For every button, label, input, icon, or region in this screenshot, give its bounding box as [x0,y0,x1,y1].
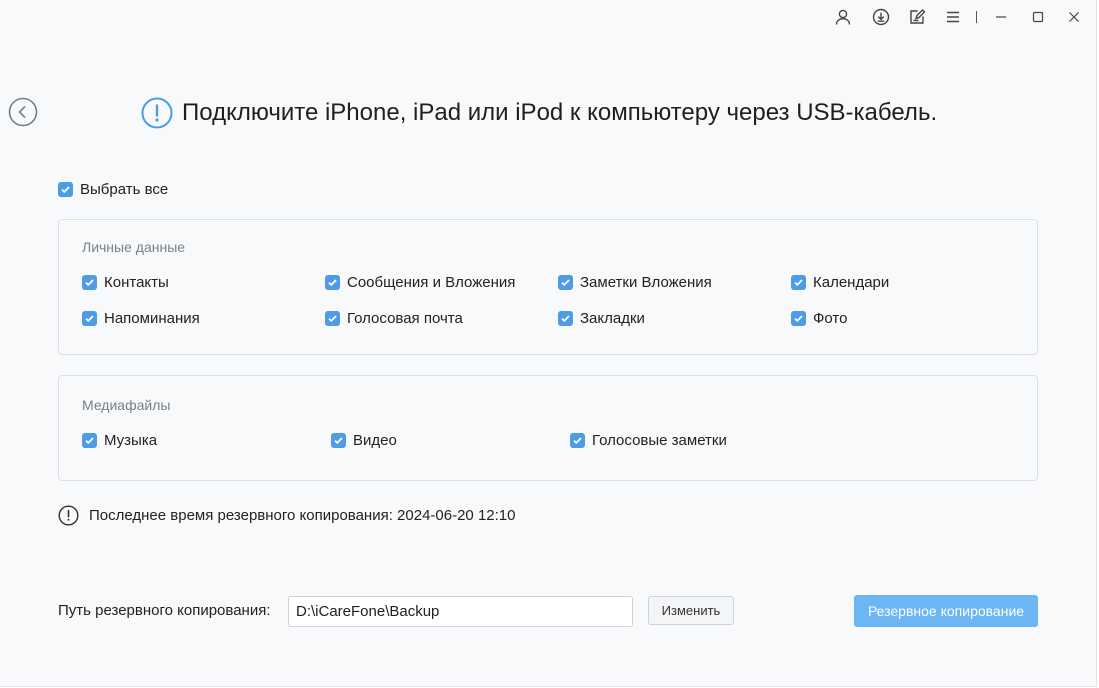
check-icon [558,275,573,290]
check-icon [558,311,573,326]
check-icon [58,182,73,197]
check-icon [791,311,806,326]
menu-icon[interactable] [942,6,964,28]
check-icon [325,311,340,326]
change-path-button[interactable]: Изменить [648,596,734,625]
backup-button[interactable]: Резервное копирование [854,595,1038,627]
checkbox-video[interactable]: Видео [331,432,397,449]
checkbox-label: Закладки [580,310,645,327]
media-panel: Медиафайлы Музыка Видео Голосовые заметк… [58,375,1038,481]
info-icon [141,97,173,129]
personal-data-panel: Личные данные Контакты Сообщения и Вложе… [58,219,1038,355]
connect-device-header: Подключите iPhone, iPad или iPod к компь… [141,96,937,130]
checkbox-label: Голосовая почта [347,310,463,327]
checkbox-label: Контакты [104,274,169,291]
panel-title: Медиафайлы [82,397,171,413]
maximize-icon[interactable] [1027,6,1049,28]
checkbox-label: Фото [813,310,848,327]
checkbox-voice-memos[interactable]: Голосовые заметки [570,432,727,449]
checkbox-label: Голосовые заметки [592,432,727,449]
checkbox-label: Заметки Вложения [580,274,712,291]
check-icon [82,275,97,290]
panel-title: Личные данные [82,239,186,255]
download-icon[interactable] [870,6,892,28]
checkbox-calendars[interactable]: Календари [791,274,889,291]
user-icon[interactable] [832,6,854,28]
check-icon [325,275,340,290]
checkbox-photos[interactable]: Фото [791,310,847,327]
checkbox-label: Видео [353,432,397,449]
checkbox-label: Музыка [104,432,158,449]
page-title: Подключите iPhone, iPad или iPod к компь… [182,99,938,126]
close-icon[interactable] [1063,6,1085,28]
checkbox-voicemail[interactable]: Голосовая почта [325,310,463,327]
checkbox-label: Календари [813,274,890,291]
checkbox-messages[interactable]: Сообщения и Вложения [325,274,515,291]
checkbox-label: Сообщения и Вложения [347,274,516,291]
last-backup-notice: Последнее время резервного копирования: … [58,505,515,526]
select-all-label: Выбрать все [80,181,169,198]
chevron-left-icon [8,97,38,127]
checkbox-bookmarks[interactable]: Закладки [558,310,645,327]
check-icon [82,311,97,326]
check-icon [570,433,585,448]
titlebar-separator [976,11,977,23]
edit-icon[interactable] [906,6,928,28]
check-icon [791,275,806,290]
select-all-checkbox[interactable]: Выбрать все [58,181,168,198]
last-backup-text: Последнее время резервного копирования: … [89,507,516,524]
app-window: Подключите iPhone, iPad или iPod к компь… [0,0,1097,687]
checkbox-reminders[interactable]: Напоминания [82,310,200,327]
check-icon [331,433,346,448]
checkbox-music[interactable]: Музыка [82,432,157,449]
checkbox-contacts[interactable]: Контакты [82,274,169,291]
backup-path-input[interactable] [288,596,633,627]
minimize-icon[interactable] [990,6,1012,28]
info-icon [58,505,79,526]
checkbox-notes[interactable]: Заметки Вложения [558,274,712,291]
check-icon [82,433,97,448]
backup-path-label: Путь резервного копирования: [58,602,271,619]
checkbox-label: Напоминания [104,310,200,327]
back-button[interactable] [8,97,38,127]
